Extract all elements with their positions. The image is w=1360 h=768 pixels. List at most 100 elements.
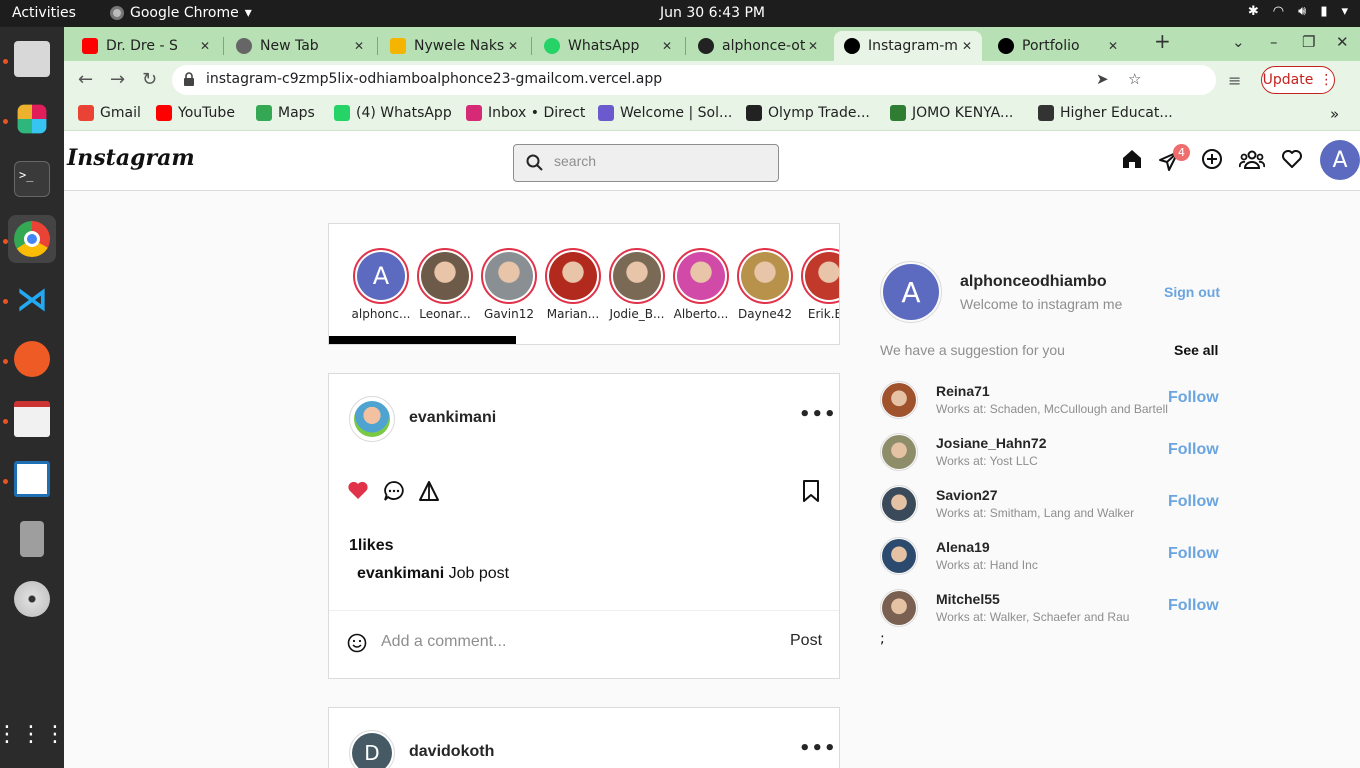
heart-icon[interactable]	[1281, 148, 1303, 170]
post-comment-button[interactable]: Post	[790, 632, 822, 650]
forward-button[interactable]: →	[110, 69, 125, 90]
current-username[interactable]: alphonceodhiambo	[960, 273, 1107, 291]
bookmark-star-icon[interactable]: ☆	[1128, 70, 1141, 88]
bookmark-item[interactable]: (4) WhatsApp	[334, 105, 452, 121]
slack-tray-icon[interactable]: ✱	[1248, 4, 1259, 19]
post-avatar[interactable]	[349, 396, 395, 442]
maximize-button[interactable]: ❐	[1302, 33, 1315, 51]
comment-input[interactable]	[381, 633, 761, 651]
suggestion-username[interactable]: Alena19	[936, 539, 990, 555]
story-item[interactable]: Erik.Bo	[797, 248, 839, 321]
follow-button[interactable]: Follow	[1168, 545, 1219, 563]
story-item[interactable]: Dayne42	[733, 248, 797, 321]
home-icon[interactable]	[1121, 148, 1143, 170]
suggestion-username[interactable]: Reina71	[936, 383, 990, 399]
bookmark-item[interactable]: Welcome | Sol...	[598, 105, 732, 121]
bookmark-item[interactable]: Olymp Trade...	[746, 105, 870, 121]
close-tab-icon[interactable]: ✕	[962, 39, 972, 53]
postman-icon[interactable]	[8, 335, 56, 383]
system-tray[interactable]: ✱ ◠ 🔊︎ ▮ ▾	[1248, 4, 1348, 19]
document-viewer-icon[interactable]	[8, 395, 56, 443]
like-icon[interactable]	[347, 480, 369, 500]
search-box[interactable]	[513, 144, 779, 182]
bookmark-item[interactable]: Higher Educat...	[1038, 105, 1173, 121]
share-icon[interactable]	[418, 480, 440, 502]
new-post-icon[interactable]	[1201, 148, 1223, 170]
back-button[interactable]: ←	[78, 69, 93, 90]
close-tab-icon[interactable]: ✕	[508, 39, 518, 53]
minimize-button[interactable]: –	[1270, 33, 1278, 51]
url-text[interactable]: instagram-c9zmp5lix-odhiamboalphonce23-g…	[206, 71, 662, 87]
reload-button[interactable]: ↻	[142, 69, 157, 90]
instagram-logo[interactable]: Instagram	[67, 145, 195, 171]
story-item[interactable]: Jodie_B...	[605, 248, 669, 321]
libreoffice-impress-icon[interactable]	[8, 455, 56, 503]
story-item[interactable]: Aalphonc...	[349, 248, 413, 321]
sign-out-button[interactable]: Sign out	[1164, 284, 1220, 300]
see-all-button[interactable]: See all	[1174, 342, 1218, 358]
close-tab-icon[interactable]: ✕	[1108, 39, 1118, 53]
bookmark-item[interactable]: JOMO KENYA...	[890, 105, 1013, 121]
post-username[interactable]: evankimani	[409, 409, 496, 427]
post-username[interactable]: davidokoth	[409, 743, 494, 761]
close-tab-icon[interactable]: ✕	[662, 39, 672, 53]
dvd-drive-icon[interactable]	[8, 575, 56, 623]
suggestion-avatar[interactable]	[880, 381, 918, 419]
volume-icon[interactable]: 🔊︎	[1298, 4, 1306, 19]
suggestion-username[interactable]: Josiane_Hahn72	[936, 435, 1047, 451]
close-tab-icon[interactable]: ✕	[808, 39, 818, 53]
update-button[interactable]: Update ⋮	[1261, 66, 1335, 94]
comment-icon[interactable]	[383, 480, 405, 502]
story-item[interactable]: Leonar...	[413, 248, 477, 321]
emoji-icon[interactable]	[347, 633, 367, 653]
story-item[interactable]: Alberto...	[669, 248, 733, 321]
more-options-icon[interactable]: •••	[799, 738, 837, 759]
reading-list-icon[interactable]: ≡	[1228, 71, 1241, 90]
search-input[interactable]	[554, 153, 754, 169]
suggestion-avatar[interactable]	[880, 537, 918, 575]
browser-tab[interactable]: Nywele Naks ✕	[380, 31, 528, 61]
follow-button[interactable]: Follow	[1168, 597, 1219, 615]
browser-tab[interactable]: alphonce-oti ✕	[688, 31, 828, 61]
address-bar[interactable]: instagram-c9zmp5lix-odhiamboalphonce23-g…	[172, 65, 1216, 95]
close-tab-icon[interactable]: ✕	[354, 39, 364, 53]
people-icon[interactable]	[1239, 148, 1265, 170]
clock[interactable]: Jun 30 6:43 PM	[660, 5, 765, 21]
browser-tab[interactable]: Dr. Dre - S ✕	[72, 31, 220, 61]
suggestion-avatar[interactable]	[880, 589, 918, 627]
more-bookmarks-button[interactable]: »	[1330, 105, 1339, 123]
suggestion-avatar[interactable]	[880, 485, 918, 523]
new-tab-button[interactable]: +	[1154, 29, 1171, 53]
device-icon[interactable]	[8, 515, 56, 563]
tab-search-icon[interactable]: ⌄	[1232, 33, 1245, 51]
follow-button[interactable]: Follow	[1168, 441, 1219, 459]
slack-icon[interactable]	[8, 95, 56, 143]
browser-tab[interactable]: WhatsApp ✕	[534, 31, 682, 61]
power-menu-icon[interactable]: ▾	[1341, 4, 1348, 19]
files-icon[interactable]	[8, 35, 56, 83]
bookmark-item[interactable]: Gmail	[78, 105, 141, 121]
send-to-device-icon[interactable]: ➤	[1096, 70, 1109, 88]
close-window-button[interactable]: ✕	[1336, 33, 1349, 51]
activities-button[interactable]: Activities	[12, 5, 76, 21]
suggestion-username[interactable]: Mitchel55	[936, 591, 1000, 607]
app-menu[interactable]: Google Chrome ▾	[110, 5, 252, 21]
follow-button[interactable]: Follow	[1168, 389, 1219, 407]
story-item[interactable]: Gavin12	[477, 248, 541, 321]
browser-tab[interactable]: Instagram-m ✕	[834, 31, 982, 61]
wifi-icon[interactable]: ◠	[1273, 4, 1284, 19]
terminal-icon[interactable]: >_	[8, 155, 56, 203]
battery-icon[interactable]: ▮	[1320, 4, 1327, 19]
browser-tab[interactable]: New Tab ✕	[226, 31, 374, 61]
bookmark-item[interactable]: YouTube	[156, 105, 235, 121]
bookmark-item[interactable]: Inbox • Direct	[466, 105, 585, 121]
suggestion-username[interactable]: Savion27	[936, 487, 997, 503]
bookmark-item[interactable]: Maps	[256, 105, 315, 121]
close-tab-icon[interactable]: ✕	[200, 39, 210, 53]
chrome-icon[interactable]	[8, 215, 56, 263]
profile-avatar[interactable]: A	[1320, 140, 1360, 180]
current-user-avatar[interactable]: A	[880, 261, 942, 323]
stories-scrollbar[interactable]	[329, 336, 516, 344]
vscode-icon[interactable]: ⋊	[8, 275, 56, 323]
post-avatar[interactable]: D	[349, 730, 395, 768]
